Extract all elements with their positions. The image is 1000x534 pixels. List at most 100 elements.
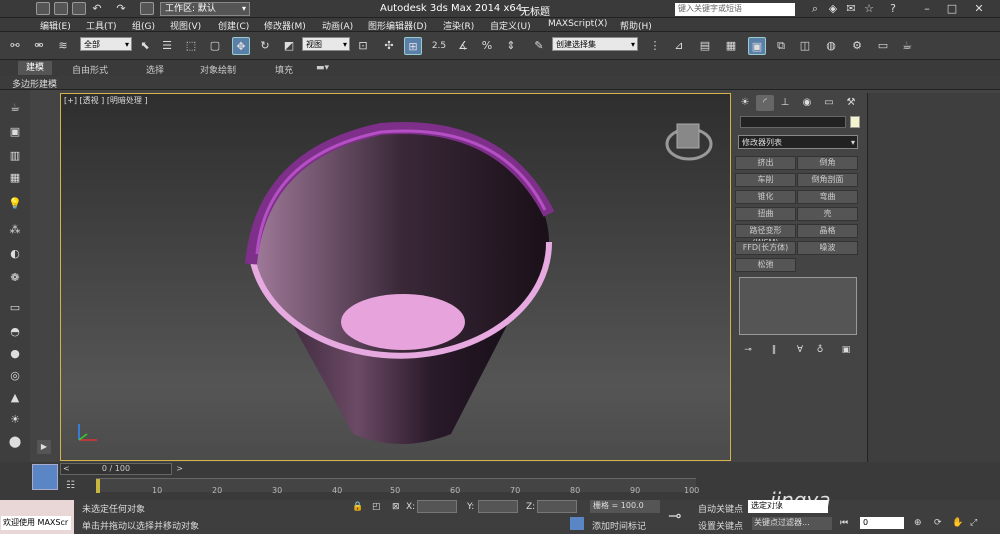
box-icon[interactable]: ▭	[6, 300, 24, 316]
layer-manager-icon[interactable]: ▤	[696, 37, 714, 55]
snap-angle-icon[interactable]: 2.5	[430, 37, 448, 55]
tab-populate[interactable]: 填充	[275, 63, 293, 76]
time-cursor[interactable]	[96, 479, 100, 493]
rectangular-selection-icon[interactable]: ⬚	[182, 37, 200, 55]
new-file-icon[interactable]	[36, 2, 50, 15]
motion-panel-icon[interactable]: ◉	[798, 95, 816, 111]
mirror-icon[interactable]: ⋮	[646, 37, 664, 55]
rendered-frame-window-icon[interactable]: ▭	[874, 37, 892, 55]
percent-snap-icon[interactable]: %	[478, 37, 496, 55]
extrude-button[interactable]: 挤出	[735, 156, 796, 170]
make-unique-icon[interactable]: ∀	[791, 345, 809, 357]
pin-stack-icon[interactable]: ⊸	[739, 345, 757, 357]
pan-hand-icon[interactable]: ✋	[952, 518, 963, 528]
menu-edit[interactable]: 编辑(E)	[40, 19, 71, 32]
menu-tools[interactable]: 工具(T)	[86, 19, 117, 32]
polygon-modeling-label[interactable]: 多边形建模	[12, 77, 57, 90]
keyboard-shortcut-override-icon[interactable]: ⊞	[404, 37, 422, 55]
lathe-button[interactable]: 车削	[735, 173, 796, 187]
image-icon[interactable]: ▣	[6, 124, 24, 140]
project-folder-icon[interactable]	[140, 2, 154, 15]
help-icon[interactable]: ?	[886, 2, 900, 16]
menu-graph-editors[interactable]: 图形编辑器(D)	[368, 19, 427, 32]
minimize-icon[interactable]: –	[920, 2, 934, 16]
particle-icon[interactable]: ⁂	[6, 222, 24, 238]
ribbon-options-icon[interactable]: ▬▾	[316, 63, 329, 73]
viewcube[interactable]	[665, 123, 713, 161]
tab-modeling[interactable]: 建模	[18, 61, 53, 75]
select-and-scale-icon[interactable]: ◩	[280, 37, 298, 55]
spinner-snap-icon[interactable]: ⇕	[502, 37, 520, 55]
communication-icon[interactable]: ✉	[844, 2, 858, 16]
tab-object-paint[interactable]: 对象绘制	[200, 63, 236, 76]
menu-help[interactable]: 帮助(H)	[620, 19, 652, 32]
teapot-icon[interactable]: ☕	[6, 100, 24, 116]
align-icon[interactable]: ⊿	[670, 37, 688, 55]
track-bar-icon[interactable]: ☷	[66, 480, 75, 491]
ffd-box-button[interactable]: FFD(长方体)	[735, 241, 796, 255]
maxscript-listener[interactable]: 欢迎使用 MAXScr	[0, 500, 74, 534]
x-coordinate-field[interactable]	[417, 500, 457, 513]
select-and-move-icon[interactable]: ✥	[232, 37, 250, 55]
render-setup-icon[interactable]: ⚙	[848, 37, 866, 55]
search-input[interactable]: 键入关键字或短语	[675, 3, 795, 16]
hemisphere-icon[interactable]: ◓	[6, 324, 24, 340]
light-bulb-icon[interactable]: 💡	[6, 196, 24, 212]
modifier-list-dropdown[interactable]: 修改器列表 ▾	[738, 135, 858, 149]
workspace-dropdown[interactable]: 工作区: 默认 ▾	[160, 2, 250, 16]
bucket-model[interactable]	[61, 94, 730, 460]
panel-icon[interactable]: ▥	[6, 148, 24, 164]
orbit-icon[interactable]: ⟳	[934, 518, 942, 528]
menu-group[interactable]: 组(G)	[132, 19, 155, 32]
z-coordinate-field[interactable]	[537, 500, 577, 513]
render-production-icon[interactable]: ☕	[898, 37, 916, 55]
menu-create[interactable]: 创建(C)	[218, 19, 249, 32]
scene-explorer-icon[interactable]: ▣	[748, 37, 766, 55]
maximize-icon[interactable]: □	[945, 2, 959, 16]
maximize-viewport-icon[interactable]: ⤢	[970, 518, 977, 528]
time-slider-prev-icon[interactable]: <	[63, 464, 70, 474]
key-icon[interactable]: ⊸	[668, 506, 681, 525]
y-coordinate-field[interactable]	[478, 500, 518, 513]
time-tag-icon[interactable]	[570, 517, 584, 530]
torus-icon[interactable]: ◎	[6, 368, 24, 384]
link-icon[interactable]: ⚯	[6, 37, 24, 55]
sphere-icon[interactable]: ●	[6, 346, 24, 362]
cone-icon[interactable]: ▲	[6, 390, 24, 406]
selection-filter-dropdown[interactable]: 全部 ▾	[80, 37, 132, 51]
graphite-tools-icon[interactable]: ▦	[722, 37, 740, 55]
menu-rendering[interactable]: 渲染(R)	[443, 19, 474, 32]
edit-named-selection-icon[interactable]: ✎	[530, 37, 548, 55]
bind-space-warp-icon[interactable]: ≋	[54, 37, 72, 55]
key-filters-button[interactable]: 关键点过滤器...	[752, 517, 832, 530]
undo-icon[interactable]: ↶	[90, 2, 104, 16]
lattice-button[interactable]: 晶格	[797, 224, 858, 238]
close-icon[interactable]: ✕	[972, 2, 986, 16]
menu-views[interactable]: 视图(V)	[170, 19, 201, 32]
track-bar[interactable]: 10 20 30 40 50 60 70 80 90 100	[96, 478, 699, 495]
material-editor-icon[interactable]: ◍	[822, 37, 840, 55]
tab-freeform[interactable]: 自由形式	[72, 63, 108, 76]
perspective-viewport[interactable]: [+] [透视 ] [明暗处理 ]	[60, 93, 731, 461]
display-panel-icon[interactable]: ▭	[820, 95, 838, 111]
set-key-label[interactable]: 设置关键点	[698, 519, 743, 532]
spheres-icon[interactable]: ❁	[6, 270, 24, 286]
time-slider[interactable]: <0 / 100 >	[60, 463, 183, 475]
sun-icon[interactable]: ☀	[6, 412, 24, 428]
schematic-view-icon[interactable]: ◫	[796, 37, 814, 55]
lock-selection-icon[interactable]: 🔒	[352, 502, 363, 512]
curve-editor-icon[interactable]: ⧉	[772, 37, 790, 55]
noise-button[interactable]: 噪波	[797, 241, 858, 255]
show-end-result-icon[interactable]: ‖	[765, 345, 783, 357]
create-panel-icon[interactable]: ☀	[736, 95, 754, 111]
favorites-icon[interactable]: ☆	[862, 2, 876, 16]
relax-button[interactable]: 松弛	[735, 258, 796, 272]
menu-maxscript[interactable]: MAXScript(X)	[548, 19, 607, 29]
bevel-button[interactable]: 倒角	[797, 156, 858, 170]
pivot-center-icon[interactable]: ⊡	[354, 37, 372, 55]
zoom-extents-icon[interactable]: ⊕	[914, 518, 922, 528]
hierarchy-panel-icon[interactable]: ⊥	[776, 95, 794, 111]
current-frame-field[interactable]: 0	[860, 517, 904, 529]
utilities-panel-icon[interactable]: ⚒	[842, 95, 860, 111]
menu-modifiers[interactable]: 修改器(M)	[264, 19, 306, 32]
